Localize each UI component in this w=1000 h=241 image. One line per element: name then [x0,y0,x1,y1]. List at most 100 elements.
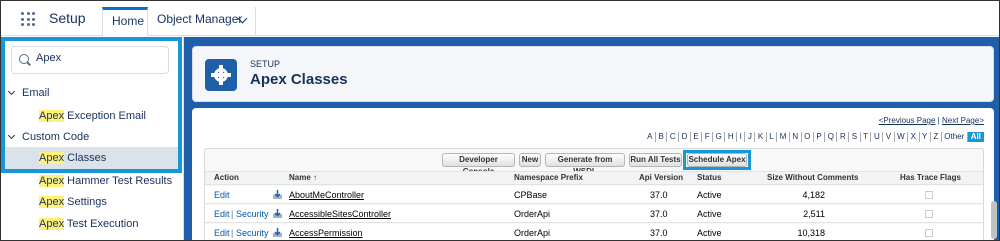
status-value: Active [697,209,722,219]
column-header-status[interactable]: Status [697,173,721,182]
edit-link[interactable]: Edit [214,209,230,219]
alpha-filter-d[interactable]: D [679,132,691,142]
developer-console-button[interactable]: Developer Console [442,153,515,176]
table-row: Edit | Security AccessibleSitesControlle… [205,205,983,223]
namespace-value: CPBase [514,190,548,200]
previous-page-link[interactable]: <Previous Page [879,116,936,125]
size-value: 2,511 [803,209,825,219]
alpha-filter-l[interactable]: L [767,132,778,142]
edit-link[interactable]: Edit [214,228,230,238]
tab-object-manager[interactable]: Object Manager [148,7,256,36]
breadcrumb[interactable]: SETUP [250,59,280,69]
alpha-filter-x[interactable]: X [908,132,920,142]
alpha-filter-q[interactable]: Q [825,132,838,142]
trace-flag-checkbox [925,191,933,199]
security-link[interactable]: Security [236,228,269,238]
screen-frame: Setup Home Object Manager Email Apex Exc… [0,0,1000,241]
gear-icon [211,65,231,85]
alpha-filter-a[interactable]: A [645,132,657,142]
column-header-namespace[interactable]: Namespace Prefix [514,173,583,182]
table-header-row [205,171,983,185]
sidebar-callout-box [1,37,182,173]
alpha-filter-h[interactable]: H [725,132,738,142]
tab-home[interactable]: Home [102,7,148,36]
sidebar-item-label: Test Execution [64,218,139,230]
edit-link[interactable]: Edit [214,190,230,200]
class-name-link[interactable]: AccessibleSitesController [289,209,391,219]
pagination: <Previous Page | Next Page> [879,116,984,125]
action-separator: | [231,228,234,238]
alpha-filter-other[interactable]: Other [942,132,968,142]
alpha-filter-i[interactable]: I [737,132,746,142]
alpha-filter-c[interactable]: C [667,132,680,142]
app-title: Setup [49,10,86,26]
sidebar-item-label: Hammer Test Results [64,175,173,187]
alpha-filter-m[interactable]: M [777,132,790,142]
alpha-filter-n[interactable]: N [790,132,802,142]
action-separator: | [231,209,234,219]
alpha-filter-g[interactable]: G [713,132,726,142]
column-header-action: Action [214,173,239,182]
alpha-filter-w[interactable]: W [895,132,909,142]
column-header-size[interactable]: Size Without Comments [767,173,858,182]
alpha-filter-all[interactable]: All [967,132,984,142]
alpha-filter-f[interactable]: F [702,132,714,142]
sidebar-item-apex-hammer-test-results[interactable]: Apex Hammer Test Results [1,170,180,192]
class-name-link[interactable]: AccessPermission [289,228,363,238]
schedule-apex-callout-box [683,150,751,170]
alphabet-filter: A B C D E F G H I J K L M N O P Q R S T U V W X Y Z Other All [645,132,984,142]
content-panel: <Previous Page | Next Page> ABCDEFGHIJKL… [192,108,994,240]
security-link[interactable]: Security [236,209,269,219]
download-icon[interactable] [272,227,283,238]
page-header: SETUP Apex Classes [192,46,994,102]
download-icon[interactable] [272,189,283,200]
page-title: Apex Classes [250,71,348,88]
column-header-api-version[interactable]: Api Version [639,173,683,182]
column-header-name[interactable]: Name ↑ [289,173,317,182]
search-match-highlight: Apex [39,218,65,230]
api-version-value: 37.0 [650,190,668,200]
alpha-filter-t[interactable]: T [861,132,872,142]
alpha-filter-e[interactable]: E [691,132,703,142]
alpha-filter-r[interactable]: R [837,132,850,142]
alpha-filter-j[interactable]: J [745,132,756,142]
run-all-tests-button[interactable]: Run All Tests [629,153,682,167]
api-version-value: 37.0 [650,209,668,219]
alpha-filter-z[interactable]: Z [931,132,942,142]
alpha-filter-u[interactable]: U [871,132,884,142]
table-row: Edit | Security AccessPermission OrderAp… [205,224,983,240]
size-value: 4,182 [802,190,825,200]
button-bar: Developer Console New Generate from WSDL… [205,149,985,176]
search-match-highlight: Apex [39,175,65,187]
download-icon[interactable] [272,208,283,219]
tab-object-manager-label: Object Manager [157,12,243,26]
status-value: Active [697,190,722,200]
alpha-filter-y[interactable]: Y [920,132,931,142]
global-header: Setup Home Object Manager [1,1,999,36]
namespace-value: OrderApi [514,209,551,219]
alpha-filter-b[interactable]: B [656,132,668,142]
sidebar-item-apex-test-execution[interactable]: Apex Test Execution [1,213,180,235]
new-button[interactable]: New [519,153,541,167]
apex-classes-table: Developer Console New Generate from WSDL… [204,148,985,240]
scrollbar[interactable] [991,201,997,239]
generate-from-wsdl-button[interactable]: Generate from WSDL [545,153,625,176]
class-name-link[interactable]: AboutMeController [289,190,364,200]
alpha-filter-k[interactable]: K [755,132,767,142]
status-value: Active [697,228,722,238]
alpha-filter-p[interactable]: P [814,132,826,142]
api-version-value: 37.0 [650,228,668,238]
alpha-filter-s[interactable]: S [849,132,861,142]
next-page-link[interactable]: Next Page> [942,116,984,125]
trace-flag-checkbox [925,229,933,237]
app-launcher-icon[interactable] [21,12,35,26]
column-header-trace-flags[interactable]: Has Trace Flags [900,173,961,182]
alpha-filter-o[interactable]: O [802,132,814,142]
namespace-value: OrderApi [514,228,551,238]
sidebar-item-apex-settings[interactable]: Apex Settings [1,191,180,213]
search-match-highlight: Apex [39,196,65,208]
alpha-filter-v[interactable]: V [883,132,895,142]
sidebar-item-label: Settings [64,196,107,208]
size-value: 10,318 [797,228,825,238]
table-row: Edit AboutMeController CPBase 37.0 Activ… [205,186,983,204]
